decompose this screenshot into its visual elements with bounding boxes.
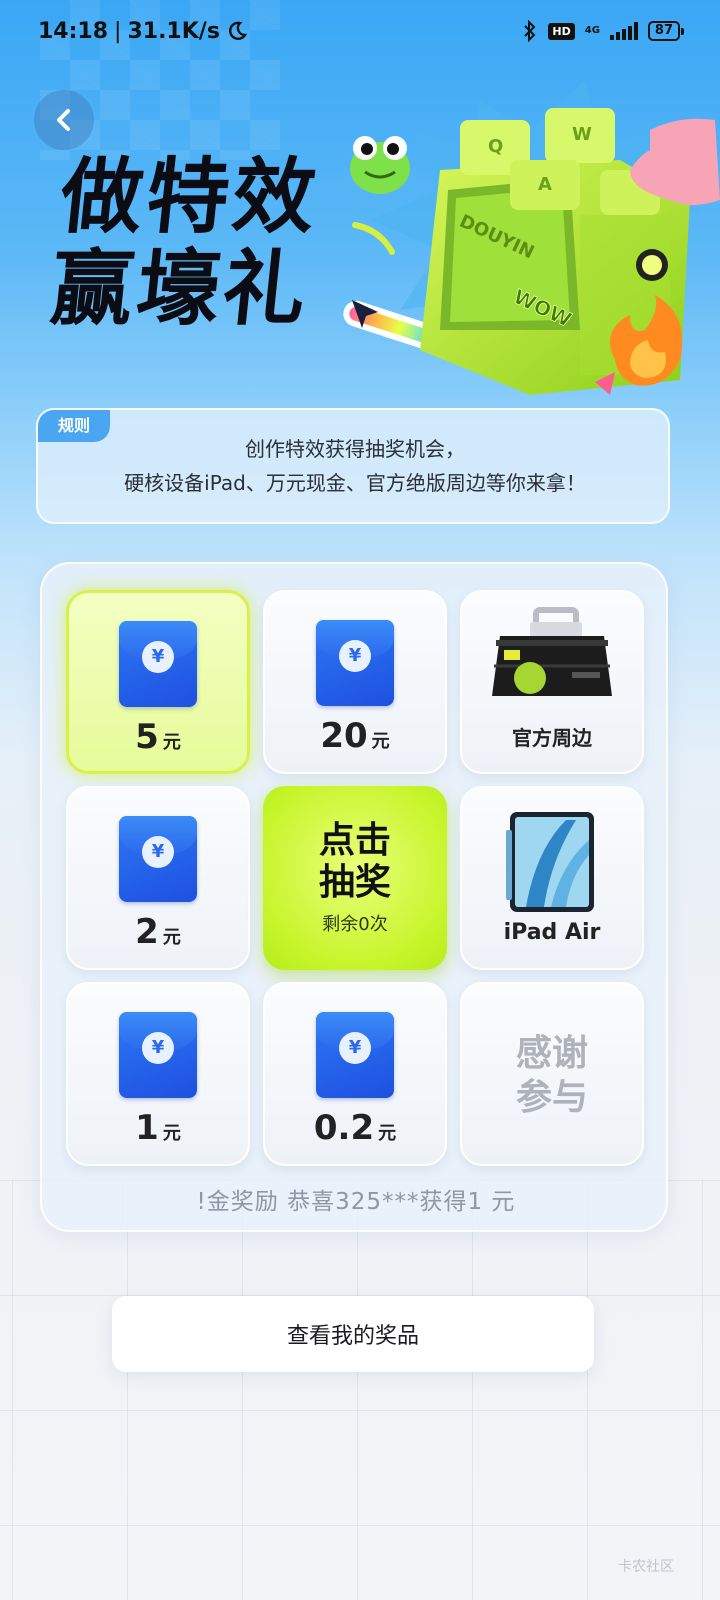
prize-cell-merch: 官方周边 — [460, 590, 644, 774]
network-speed: 31.1K/s — [127, 18, 220, 44]
hero-title: 做特效 赢壕礼 — [46, 150, 324, 337]
rules-line1: 创作特效获得抽奖机会， — [245, 437, 465, 461]
watermark-text: 卡农社区 — [618, 1559, 674, 1575]
red-envelope-icon: ¥ — [119, 621, 197, 707]
rules-card: 规则 创作特效获得抽奖机会， 硬核设备iPad、万元现金、官方绝版周边等你来拿！ — [36, 408, 670, 524]
chevron-left-icon — [57, 109, 70, 131]
prize-value: 5 — [135, 717, 159, 757]
prize-value: 20 — [320, 716, 368, 756]
yuan-coin-icon: ¥ — [142, 641, 174, 673]
svg-text:Q: Q — [488, 136, 503, 157]
prize-amount: 20 元 — [320, 716, 389, 756]
status-divider: | — [114, 18, 122, 44]
prize-value: 0.2 — [313, 1108, 375, 1148]
frog-icon — [350, 136, 410, 194]
prize-cell-5-yuan: ¥ 5 元 — [66, 590, 250, 774]
status-bar: 14:18 | 31.1K/s HD 4G 87 — [0, 0, 720, 62]
prize-value: 2 — [135, 912, 159, 952]
status-time: 14:18 — [38, 18, 109, 44]
red-envelope-icon: ¥ — [119, 816, 197, 902]
prize-unit: 元 — [162, 927, 181, 948]
svg-text:A: A — [538, 174, 552, 195]
yuan-coin-icon: ¥ — [142, 1032, 174, 1064]
ipad-icon — [506, 812, 594, 912]
yuan-coin-icon: ¥ — [339, 1032, 371, 1064]
draw-label: 点击抽奖 — [318, 820, 391, 903]
red-envelope-icon: ¥ — [119, 1012, 197, 1098]
prize-unit: 元 — [162, 732, 181, 753]
hero-title-line2: 赢壕礼 — [46, 242, 315, 337]
status-left: 14:18 | 31.1K/s — [38, 19, 248, 44]
signal-icon — [609, 22, 638, 40]
prize-cell-1-yuan: ¥ 1 元 — [66, 982, 250, 1166]
prize-amount: 2 元 — [135, 912, 181, 952]
draw-remaining: 剩余0次 — [322, 914, 388, 935]
prize-amount: 0.2 元 — [314, 1108, 396, 1148]
prize-label: iPad Air — [503, 920, 601, 945]
prize-cell-2-yuan: ¥ 2 元 — [66, 786, 250, 970]
prize-unit: 元 — [162, 1123, 181, 1144]
rules-text: 创作特效获得抽奖机会， 硬核设备iPad、万元现金、官方绝版周边等你来拿！ — [38, 432, 672, 500]
thanks-label: 感谢参与 — [515, 1033, 588, 1118]
merch-box-icon — [492, 607, 612, 696]
prize-amount: 1 元 — [135, 1108, 181, 1148]
background-grid — [0, 1180, 720, 1600]
hero-title-line1: 做特效 — [55, 150, 324, 245]
hero-illustration: Q W A DOUYIN WOW — [343, 80, 720, 395]
prize-cell-ipad: iPad Air — [460, 786, 644, 970]
prize-cell-thanks: 感谢参与 — [460, 982, 644, 1166]
red-envelope-icon: ¥ — [316, 1012, 394, 1098]
yuan-coin-icon: ¥ — [339, 640, 371, 672]
prize-unit: 元 — [378, 1123, 397, 1144]
svg-text:W: W — [572, 124, 592, 145]
yuan-coin-icon: ¥ — [142, 836, 174, 868]
prize-unit: 元 — [371, 731, 390, 752]
moon-icon — [228, 21, 248, 40]
red-envelope-icon: ¥ — [316, 620, 394, 706]
rules-line2: 硬核设备iPad、万元现金、官方绝版周边等你来拿！ — [124, 471, 586, 495]
battery-indicator: 87 — [647, 21, 685, 41]
draw-button[interactable]: 点击抽奖 剩余0次 — [263, 786, 447, 970]
winner-ticker: !金奖励 恭喜325***获得1 元 — [196, 1189, 516, 1215]
my-prizes-button[interactable]: 查看我的奖品 — [112, 1296, 594, 1372]
prize-cell-0-2-yuan: ¥ 0.2 元 — [263, 982, 447, 1166]
prize-amount: 5 元 — [135, 717, 181, 757]
back-button[interactable] — [34, 90, 94, 150]
prize-label: 官方周边 — [512, 726, 592, 750]
status-right: HD 4G 87 — [522, 20, 685, 42]
hd-badge: HD — [548, 22, 575, 40]
network-type: 4G — [584, 25, 600, 36]
lottery-board: ¥ 5 元 ¥ 20 元 官方周边 ¥ 2 元 点击抽奖 剩余0次 iPad A… — [40, 562, 668, 1232]
prize-cell-20-yuan: ¥ 20 元 — [263, 590, 447, 774]
bluetooth-icon — [524, 20, 536, 42]
prize-value: 1 — [135, 1108, 159, 1148]
